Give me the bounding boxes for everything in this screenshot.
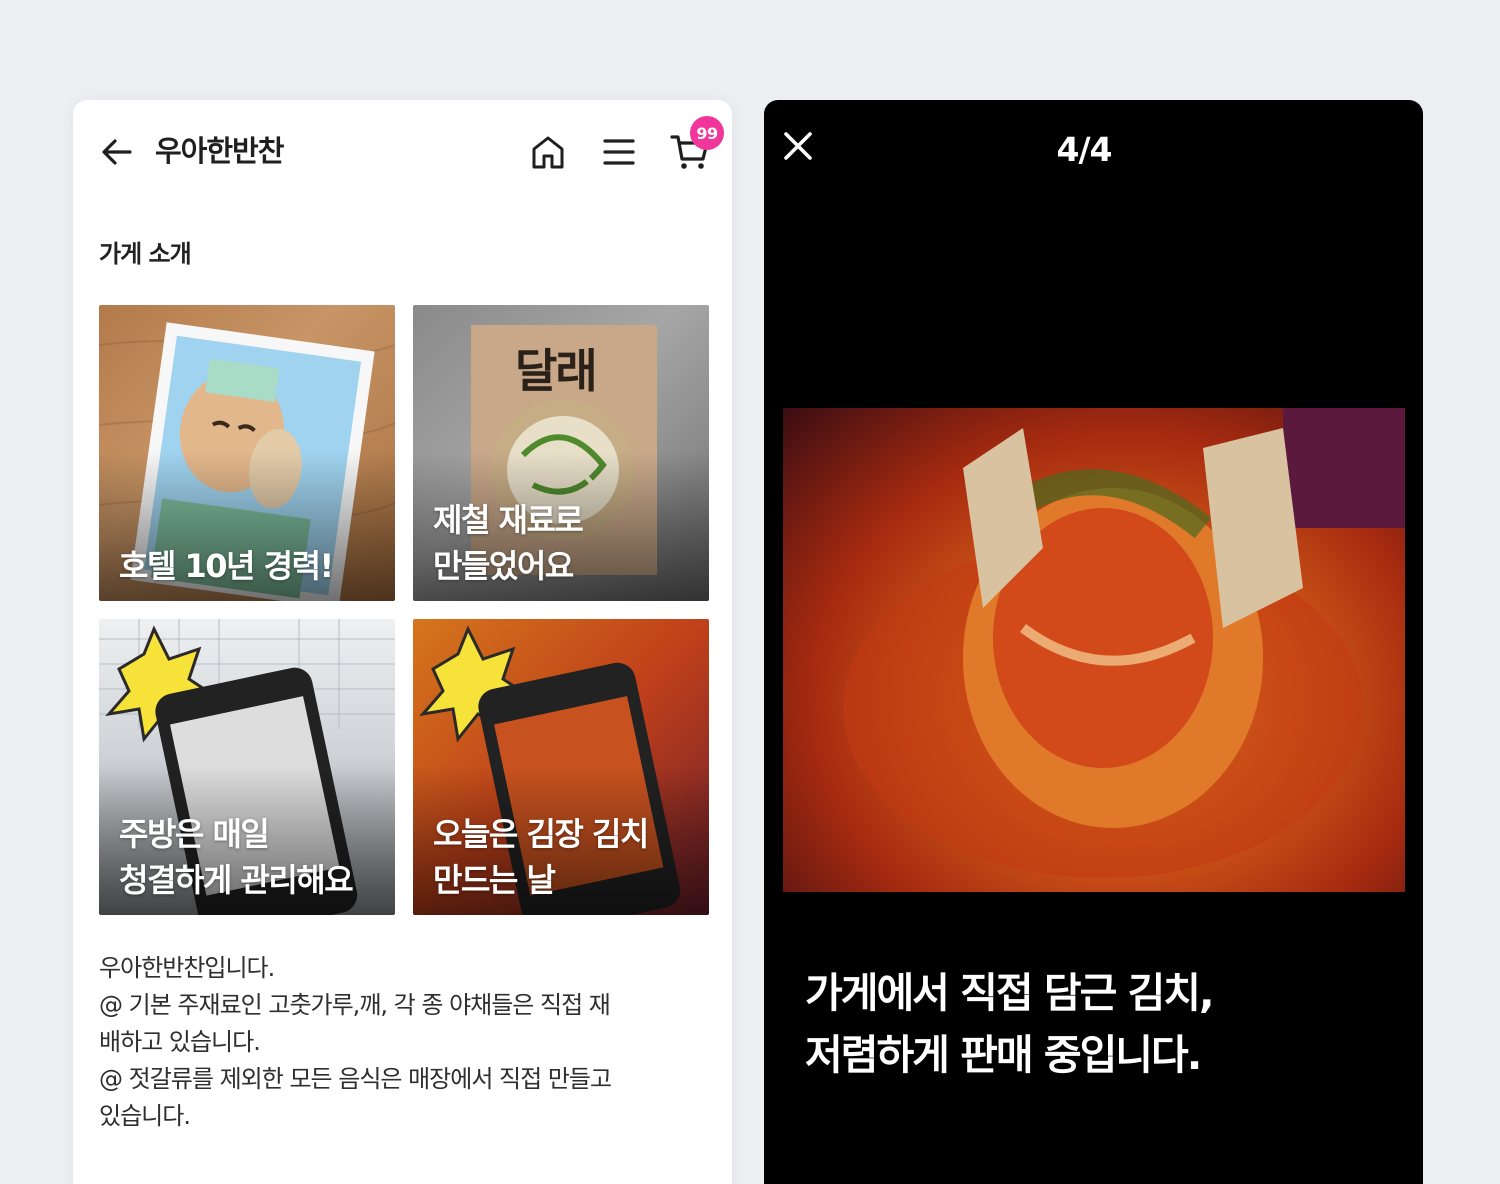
tile-caption-line1: 제철 재료로 [433,501,584,539]
tile-caption-line2: 만들었어요 [433,547,574,585]
kimchi-photo-illustration [843,408,1405,878]
app-bar: 우아한반찬 99 [73,100,732,204]
tile-caption-line1: 주방은 매일 [119,815,270,853]
tile-caption: 호텔 10년 경력! [119,543,334,589]
menu-icon[interactable] [598,132,640,172]
photo-caption-line1: 가게에서 직접 담근 김치, [805,969,1215,1017]
tile-caption: 제철 재료로 만들었어요 [433,497,584,589]
tile-caption: 오늘은 김장 김치 만드는 날 [433,811,649,903]
photo-caption: 가게에서 직접 담근 김치, 저렴하게 판매 중입니다. [805,962,1215,1086]
description-line: @ 기본 주재료인 고춧가루,깨, 각 종 야채들은 직접 재 [99,991,611,1019]
intro-tile-kitchen[interactable]: 주방은 매일 청결하게 관리해요 [99,619,395,915]
home-icon[interactable] [528,132,568,172]
image-counter: 4/4 [1056,130,1113,169]
description-line: 우아한반찬입니다. [99,954,275,982]
back-arrow-icon[interactable] [97,132,137,172]
tile-caption-line1: 오늘은 김장 김치 [433,815,649,853]
intro-tile-seasonal[interactable]: 달래 제철 재료로 만들었어요 [413,305,709,601]
store-title: 우아한반찬 [155,134,284,168]
store-description: 우아한반찬입니다. @ 기본 주재료인 고춧가루,깨, 각 종 야채들은 직접 … [99,950,709,1135]
tile-caption: 주방은 매일 청결하게 관리해요 [119,811,354,903]
cart-count-badge: 99 [690,116,724,150]
tile-caption-line2: 만드는 날 [433,861,556,899]
store-detail-panel: 우아한반찬 99 가게 소개 호텔 10년 경력! 달래 제철 재료로 만들었어… [73,100,732,1184]
description-line: 배하고 있습니다. [99,1028,261,1056]
image-viewer-panel: 4/4 가게에서 직접 담근 김치, 저렴하게 판매 중입니다. [764,100,1423,1184]
kimchi-photo [783,408,1405,892]
intro-tile-hotel[interactable]: 호텔 10년 경력! [99,305,395,601]
photo-caption-line2: 저렴하게 판매 중입니다. [805,1031,1202,1079]
description-line: 있습니다. [99,1102,191,1130]
intro-tile-kimchi[interactable]: 오늘은 김장 김치 만드는 날 [413,619,709,915]
section-title: 가게 소개 [99,240,192,268]
sign-text: 달래 [515,344,598,398]
tile-caption-line1: 호텔 10년 경력! [119,547,334,585]
tile-caption-line2: 청결하게 관리해요 [119,861,354,899]
description-line: @ 젓갈류를 제외한 모든 음식은 매장에서 직접 만들고 [99,1065,612,1093]
